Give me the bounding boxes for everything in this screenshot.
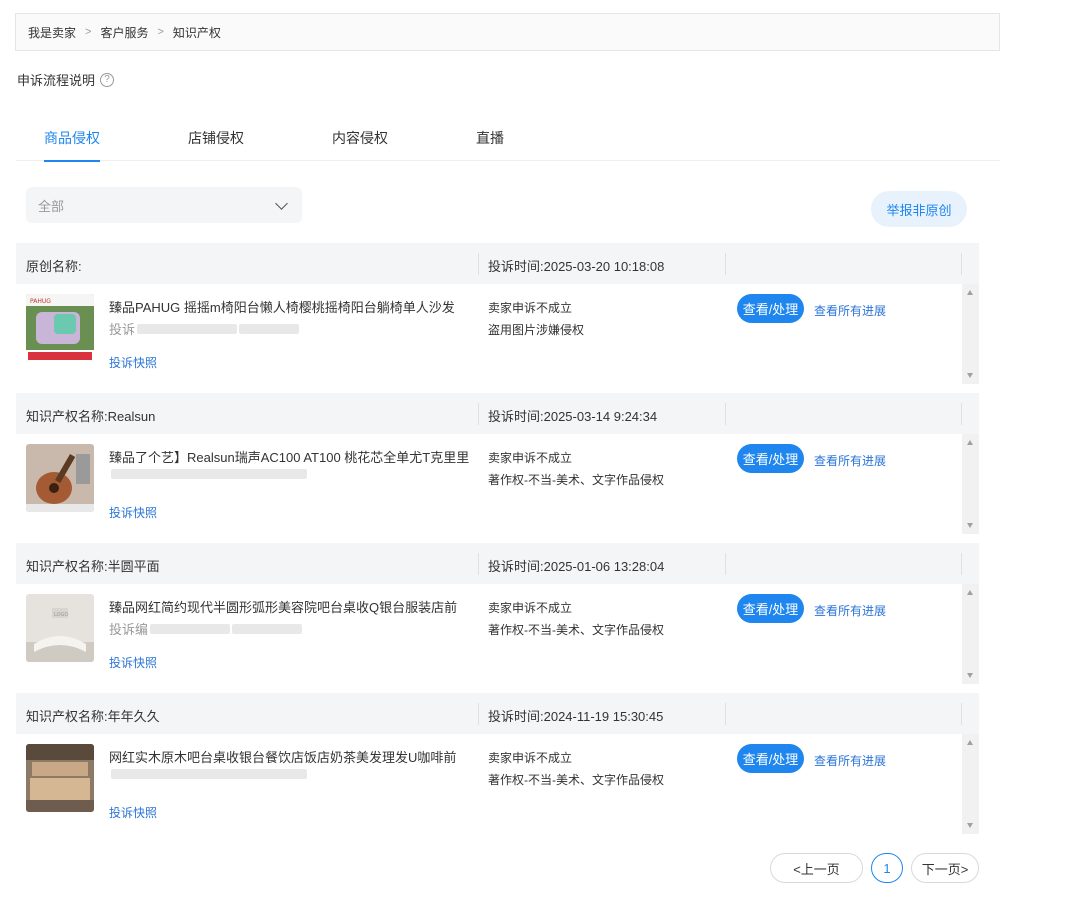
breadcrumb-separator: > [157,26,164,38]
appeal-status: 卖家申诉不成立 [488,451,573,465]
ip-name: 知识产权名称:Realsun [26,409,156,424]
appeal-process-info[interactable]: 申诉流程说明 ? [17,70,115,89]
rocking-chair-product-image[interactable]: PAHUG [26,294,94,362]
reception-desk-product-image[interactable]: LOGO [26,594,94,662]
complaint-card-header: 知识产权名称:年年久久 投诉时间:2024-11-19 15:30:45 [16,693,979,734]
complaint-reason: 著作权-不当-美术、文字作品侵权 [488,773,664,787]
tab-live[interactable]: 直播 [476,128,504,160]
complaint-number [109,469,307,479]
complaint-card-body: 网红实木原木吧台桌收银台餐饮店饭店奶茶美发理发U咖啡前 投诉快照 卖家申诉不成立… [16,734,979,834]
view-handle-button[interactable]: 查看/处理 [737,744,804,773]
complaint-card-header: 知识产权名称:半圆平面 投诉时间:2025-01-06 13:28:04 [16,543,979,584]
complaint-snapshot-link[interactable]: 投诉快照 [109,804,157,821]
complaint-reason: 著作权-不当-美术、文字作品侵权 [488,473,664,487]
product-title[interactable]: 臻品网红简约现代半圆形弧形美容院吧台桌收Q银台服装店前 [109,597,486,616]
svg-text:LOGO: LOGO [54,612,68,618]
view-all-progress-link[interactable]: 查看所有进展 [814,452,886,469]
chevron-down-icon [275,196,288,210]
page-number-current[interactable]: 1 [871,853,903,883]
ukulele-product-image[interactable] [26,444,94,512]
ip-name: 知识产权名称:半圆平面 [26,559,160,574]
complaint-card: 知识产权名称:Realsun 投诉时间:2025-03-14 9:24:34 臻… [16,393,979,534]
appeal-status: 卖家申诉不成立 [488,601,573,615]
view-handle-button[interactable]: 查看/处理 [737,294,804,323]
complaint-card: 原创名称: 投诉时间:2025-03-20 10:18:08 PAHUG 臻品P… [16,243,979,384]
breadcrumb-separator: > [85,26,92,38]
complaint-card-body: 臻品了个艺】Realsun瑞声AC100 AT100 桃花芯全单尤T克里里 投诉… [16,434,979,534]
complaint-reason: 盗用图片涉嫌侵权 [488,323,585,337]
complaint-card-body: PAHUG 臻品PAHUG 摇摇m椅阳台懒人椅樱桃摇椅阳台躺椅单人沙发 投诉 投… [16,284,979,384]
wood-counter-product-image[interactable] [26,744,94,812]
scrollbar[interactable] [962,734,979,834]
complaint-time: 投诉时间:2024-11-19 15:30:45 [488,709,664,724]
tab-store-infringement[interactable]: 店铺侵权 [188,128,244,160]
breadcrumb-item-customer-service[interactable]: 客户服务 [100,24,148,41]
complaint-snapshot-link[interactable]: 投诉快照 [109,504,157,521]
complaint-reason: 著作权-不当-美术、文字作品侵权 [488,623,664,637]
svg-text:PAHUG: PAHUG [30,298,51,305]
complaint-time: 投诉时间:2025-01-06 13:28:04 [488,559,665,574]
appeal-process-label: 申诉流程说明 [17,73,96,88]
ip-name: 原创名称: [26,259,82,274]
breadcrumb: 我是卖家 > 客户服务 > 知识产权 [15,13,1000,51]
complaint-card-body: LOGO 臻品网红简约现代半圆形弧形美容院吧台桌收Q银台服装店前 投诉编 投诉快… [16,584,979,684]
prev-page-button[interactable]: <上一页 [770,853,863,883]
breadcrumb-item-seller[interactable]: 我是卖家 [28,24,76,41]
tab-product-infringement[interactable]: 商品侵权 [44,128,100,162]
report-non-original-button[interactable]: 举报非原创 [871,191,967,227]
complaint-time: 投诉时间:2025-03-20 10:18:08 [488,259,665,274]
complaint-number [109,769,307,779]
scrollbar[interactable] [962,434,979,534]
filter-selected-value: 全部 [38,198,65,214]
view-handle-button[interactable]: 查看/处理 [737,594,804,623]
complaint-time: 投诉时间:2025-03-14 9:24:34 [488,409,658,424]
scrollbar[interactable] [962,284,979,384]
view-all-progress-link[interactable]: 查看所有进展 [814,752,886,769]
product-title[interactable]: 臻品PAHUG 摇摇m椅阳台懒人椅樱桃摇椅阳台躺椅单人沙发 [109,297,486,316]
complaint-number: 投诉编 [109,619,303,638]
appeal-status: 卖家申诉不成立 [488,301,573,315]
next-page-button[interactable]: 下一页> [911,853,979,883]
view-handle-button[interactable]: 查看/处理 [737,444,804,473]
complaint-card-header: 原创名称: 投诉时间:2025-03-20 10:18:08 [16,243,979,284]
complaint-snapshot-link[interactable]: 投诉快照 [109,654,157,671]
view-all-progress-link[interactable]: 查看所有进展 [814,602,886,619]
scrollbar[interactable] [962,584,979,684]
ip-name: 知识产权名称:年年久久 [26,709,160,724]
tab-bar: 商品侵权 店铺侵权 内容侵权 直播 [16,118,1000,162]
breadcrumb-item-ip: 知识产权 [172,25,221,40]
product-title[interactable]: 臻品了个艺】Realsun瑞声AC100 AT100 桃花芯全单尤T克里里 [109,447,486,466]
complaint-number: 投诉 [109,319,300,338]
appeal-status: 卖家申诉不成立 [488,751,573,765]
complaint-snapshot-link[interactable]: 投诉快照 [109,354,157,371]
tab-content-infringement[interactable]: 内容侵权 [332,128,388,160]
view-all-progress-link[interactable]: 查看所有进展 [814,302,886,319]
help-icon[interactable]: ? [100,72,115,87]
product-title[interactable]: 网红实木原木吧台桌收银台餐饮店饭店奶茶美发理发U咖啡前 [109,747,486,766]
complaint-card-header: 知识产权名称:Realsun 投诉时间:2025-03-14 9:24:34 [16,393,979,434]
status-filter-select[interactable]: 全部 [26,187,302,223]
complaint-card: 知识产权名称:年年久久 投诉时间:2024-11-19 15:30:45 网红实… [16,693,979,834]
complaint-card: 知识产权名称:半圆平面 投诉时间:2025-01-06 13:28:04 LOG… [16,543,979,684]
